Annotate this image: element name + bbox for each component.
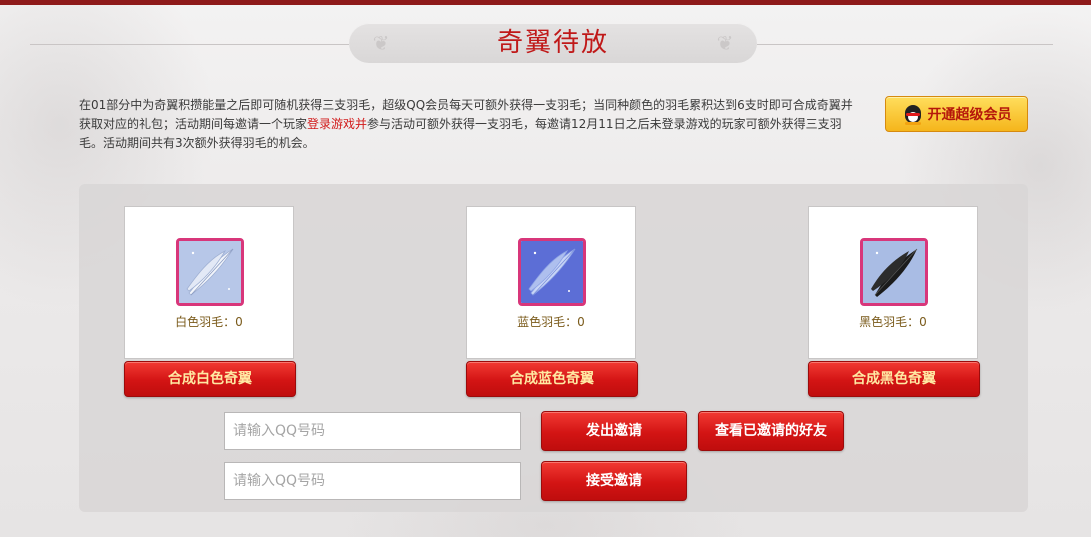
qq-penguin-icon xyxy=(902,102,924,126)
title-banner: ❦ ❦ 奇翼待放 xyxy=(349,23,757,63)
black-feather-count: 黑色羽毛：0 xyxy=(859,315,927,329)
blue-feather-count: 蓝色羽毛：0 xyxy=(517,315,585,329)
white-feather-count: 白色羽毛：0 xyxy=(175,315,243,329)
invite-qq-input[interactable] xyxy=(224,412,521,450)
event-description: 在01部分中为奇翼积攒能量之后即可随机获得三支羽毛，超级QQ会员每天可额外获得一… xyxy=(79,96,859,153)
page-title: 奇翼待放 xyxy=(496,28,609,58)
feather-card-white: 白色羽毛：0 xyxy=(124,206,294,359)
accept-qq-input[interactable] xyxy=(224,462,521,500)
feather-card-black: 黑色羽毛：0 xyxy=(808,206,978,359)
top-border xyxy=(0,0,1091,5)
open-super-vip-button[interactable]: 开通超级会员 xyxy=(885,96,1028,132)
combine-white-wing-button[interactable]: 合成白色奇翼 xyxy=(124,361,296,397)
title-divider-left xyxy=(30,44,349,45)
feather-card-blue: 蓝色羽毛：0 xyxy=(466,206,636,359)
send-invite-button[interactable]: 发出邀请 xyxy=(541,411,687,451)
white-feather-icon xyxy=(176,238,244,306)
blue-feather-icon xyxy=(518,238,586,306)
title-divider-right xyxy=(757,44,1053,45)
open-super-vip-label: 开通超级会员 xyxy=(927,107,1012,123)
black-feather-icon xyxy=(860,238,928,306)
view-invited-friends-button[interactable]: 查看已邀请的好友 xyxy=(698,411,844,451)
description-highlight: 登录游戏并 xyxy=(307,117,368,131)
accept-invite-button[interactable]: 接受邀请 xyxy=(541,461,687,501)
combine-blue-wing-button[interactable]: 合成蓝色奇翼 xyxy=(466,361,638,397)
combine-black-wing-button[interactable]: 合成黑色奇翼 xyxy=(808,361,980,397)
